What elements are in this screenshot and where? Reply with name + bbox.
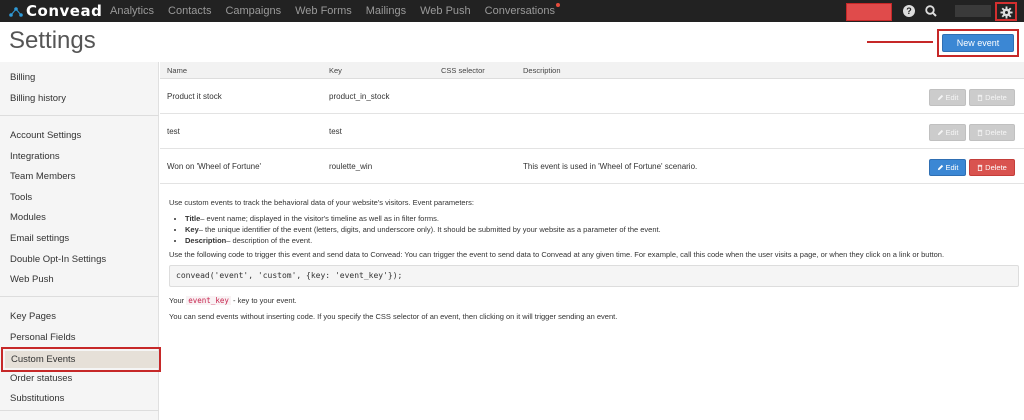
params-list: Title– event name; displayed in the visi… [185,213,1019,246]
sidebar-item-double-opt-in-settings[interactable]: Double Opt-In Settings [0,250,159,270]
column-header-css-selector: CSS selector [441,66,485,75]
logo-text: Convead [26,2,103,20]
table-row: test test Edit Delete [160,115,1024,149]
notification-dot [555,3,560,7]
settings-highlight [995,2,1017,21]
param-item: Title– event name; displayed in the visi… [185,213,1019,224]
key-note-prefix: Your [169,296,185,305]
pencil-icon [937,93,946,102]
sidebar-item-team-members[interactable]: Team Members [0,167,159,187]
logo-icon [9,7,23,17]
annotation-arrow [867,41,933,43]
sidebar-divider [0,296,159,297]
event-name: Product it stock [167,92,222,101]
sidebar-item-billing[interactable]: Billing [0,68,159,88]
question-circle-icon[interactable]: ? [903,5,915,17]
sidebar-item-order-statuses[interactable]: Order statuses [0,369,159,389]
delete-button[interactable]: Delete [969,159,1015,176]
trash-icon [977,93,985,102]
param-item: Description– description of the event. [185,235,1019,246]
nav-item-campaigns[interactable]: Campaigns [225,5,281,17]
param-item: Key– the unique identifier of the event … [185,224,1019,235]
param-term: Key [185,225,199,234]
edit-label: Edit [945,163,959,172]
sidebar-item-modules[interactable]: Modules [0,208,159,228]
sidebar-item-email-settings[interactable]: Email settings [0,229,159,249]
edit-label: Edit [945,128,959,137]
delete-button[interactable]: Delete [969,89,1015,106]
sidebar-item-personal-fields[interactable]: Personal Fields [0,328,159,348]
edit-label: Edit [945,93,959,102]
event-key: product_in_stock [329,92,390,101]
help-usage: Use the following code to trigger this e… [169,250,945,259]
new-event-highlight: New event [937,29,1019,57]
column-header-description: Description [523,66,561,75]
logo[interactable]: Convead [0,0,110,22]
sidebar-item-integrations[interactable]: Integrations [0,147,159,167]
trash-icon [977,163,985,172]
page-title: Settings [9,27,96,54]
edit-button[interactable]: Edit [929,159,966,176]
delete-button[interactable]: Delete [969,124,1015,141]
event-key: roulette_win [329,162,373,171]
delete-label: Delete [985,163,1007,172]
help-key-note: Your event_key - key to your event. [169,295,1019,306]
event-name: test [167,127,180,136]
trash-icon [977,128,985,137]
gear-icon[interactable] [1000,6,1013,19]
nav-item-analytics[interactable]: Analytics [110,5,154,17]
event-name: Won on 'Wheel of Fortune' [167,162,262,171]
column-header-key: Key [329,66,342,75]
nav-item-conversations[interactable]: Conversations [485,3,560,17]
param-desc: – event name; displayed in the visitor's… [200,214,439,223]
sidebar-item-tools[interactable]: Tools [0,188,159,208]
column-header-name: Name [167,66,188,75]
sidebar-item-substitutions[interactable]: Substitutions [0,389,159,409]
pencil-icon [937,163,946,172]
user-menu[interactable] [955,5,991,17]
param-term: Description [185,236,227,245]
code-snippet[interactable]: convead('event', 'custom', {key: 'event_… [169,265,1019,287]
delete-label: Delete [985,128,1007,137]
sidebar-item-key-pages[interactable]: Key Pages [0,307,159,327]
help-intro: Use custom events to track the behaviora… [169,198,474,207]
sidebar-item-billing-history[interactable]: Billing history [0,89,159,109]
sidebar-divider [0,115,159,116]
account-switcher[interactable] [846,3,892,21]
param-desc: – description of the event. [226,236,313,245]
key-note-suffix: - key to your event. [232,296,297,305]
sidebar-item-web-push[interactable]: Web Push [0,270,159,290]
nav-item-mailings[interactable]: Mailings [366,5,406,17]
param-term: Title [185,214,201,223]
edit-button[interactable]: Edit [929,89,966,106]
event-description: This event is used in 'Wheel of Fortune'… [523,162,698,171]
event-key: test [329,127,342,136]
search-icon[interactable] [924,4,938,18]
sidebar-item-account-settings[interactable]: Account Settings [0,126,159,146]
nav-item-web-push[interactable]: Web Push [420,5,471,17]
sidebar-item-custom-events[interactable]: Custom Events [5,351,158,368]
param-desc: – the unique identifier of the event (le… [198,225,661,234]
nav-item-contacts[interactable]: Contacts [168,5,211,17]
main-nav: Analytics Contacts Campaigns Web Forms Maili… [110,0,569,22]
table-row: Won on 'Wheel of Fortune' roulette_win Thi… [160,150,1024,184]
settings-sidebar: Billing Billing history Account Settings In… [0,62,161,420]
table-row: Product it stock product_in_stock Edit Dele… [160,80,1024,114]
nav-item-web-forms[interactable]: Web Forms [295,5,352,17]
sidebar-divider [0,410,159,411]
key-note-code: event_key [186,296,231,305]
pencil-icon [937,128,946,137]
new-event-button[interactable]: New event [942,34,1014,52]
delete-label: Delete [985,93,1007,102]
edit-button[interactable]: Edit [929,124,966,141]
custom-events-help: Use custom events to track the behaviora… [169,197,1019,327]
table-header: Name Key CSS selector Description [160,62,1024,79]
help-footer: You can send events without inserting co… [169,312,618,321]
